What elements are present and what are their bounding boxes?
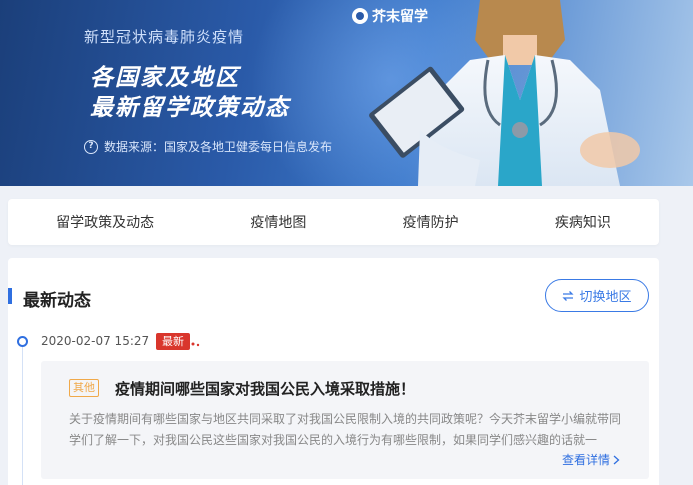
brand-logo[interactable]: 芥末留学: [352, 6, 428, 26]
category-nav: 留学政策及动态 疫情地图 疫情防护 疾病知识: [8, 199, 659, 245]
new-badge: 最新: [156, 333, 190, 350]
switch-region-button[interactable]: 切换地区: [545, 279, 649, 312]
logo-mark-icon: [352, 8, 368, 24]
chevron-right-icon: [613, 455, 620, 464]
category-tag: 其他: [69, 379, 99, 397]
view-details-label: 查看详情: [562, 453, 611, 467]
news-item[interactable]: 其他 疫情期间哪些国家对我国公民入境采取措施！ 关于疫情期间有哪些国家与地区共同…: [41, 361, 649, 479]
question-icon: ?: [84, 139, 98, 154]
badge-sparkle-icon: [191, 342, 200, 347]
section-title: 最新动态: [23, 291, 91, 311]
news-panel: 最新动态 切换地区 2020-02-07 15:27 最新 其他 疫情期间哪些国…: [8, 258, 659, 485]
hero-banner: 芥末留学 新型冠状病毒肺炎疫情 各国家及地区 最新留学政策动态 ? 数据来源：国…: [0, 0, 693, 186]
view-details-link[interactable]: 查看详情: [562, 451, 620, 468]
banner-subtitle: 新型冠状病毒肺炎疫情: [84, 28, 245, 46]
tab-knowledge[interactable]: 疾病知识: [555, 212, 611, 232]
entry-date: 2020-02-07 15:27: [41, 334, 150, 348]
tab-policy[interactable]: 留学政策及动态: [56, 212, 154, 232]
timeline-line: [22, 347, 23, 485]
section-accent-bar: [8, 288, 12, 304]
news-headline[interactable]: 疫情期间哪些国家对我国公民入境采取措施！: [115, 378, 415, 399]
switch-region-label: 切换地区: [579, 290, 632, 305]
timeline-dot: [17, 336, 28, 347]
doctor-illustration: [369, 0, 640, 186]
logo-text: 芥末留学: [372, 9, 428, 25]
banner-title-line2: 最新留学政策动态: [90, 95, 290, 121]
news-summary: 关于疫情期间有哪些国家与地区共同采取了对我国公民限制入境的共同政策呢？今天芥末留…: [69, 412, 622, 447]
tab-protection[interactable]: 疫情防护: [403, 212, 459, 232]
data-source-text: 数据来源：国家及各地卫健委每日信息发布: [104, 140, 333, 154]
tab-map[interactable]: 疫情地图: [250, 212, 306, 232]
data-source: ? 数据来源：国家及各地卫健委每日信息发布: [84, 138, 332, 155]
banner-title-line1: 各国家及地区: [90, 65, 240, 91]
swap-icon: [562, 290, 575, 301]
